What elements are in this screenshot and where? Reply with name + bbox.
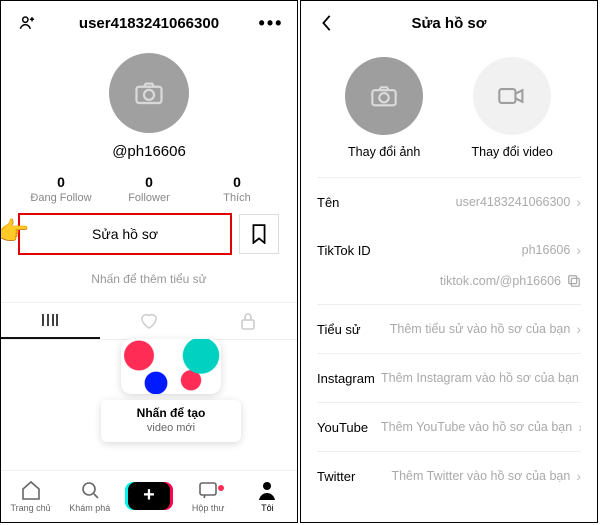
chevron-right-icon: › [576, 321, 581, 337]
profile-header: user4183241066300 ••• [1, 1, 297, 45]
profile-screen: user4183241066300 ••• @ph16606 0 Đang Fo… [0, 0, 298, 523]
search-icon [80, 479, 100, 501]
person-icon [258, 479, 276, 501]
create-video-promo[interactable]: Nhấn để tạo video mới [101, 339, 241, 442]
stats-row: 0 Đang Follow 0 Follower 0 Thích [1, 160, 297, 214]
profile-handle: @ph16606 [112, 143, 186, 160]
more-icon[interactable]: ••• [259, 13, 283, 34]
chevron-right-icon: › [576, 468, 581, 484]
avatar-section: @ph16606 [1, 45, 297, 160]
bottom-nav: Trang chủ Khám phá + Hộp thư Tôi [1, 470, 297, 522]
back-icon[interactable] [315, 14, 339, 32]
plus-icon: + [128, 482, 170, 510]
promo-art [121, 339, 221, 394]
copy-icon [567, 274, 581, 288]
row-instagram[interactable]: Instagram Thêm Instagram vào hồ sơ của b… [301, 354, 597, 402]
tab-videos[interactable] [1, 303, 100, 339]
bookmark-button[interactable] [239, 214, 279, 254]
chevron-right-icon: › [576, 194, 581, 210]
heart-icon [139, 312, 159, 330]
edit-title: Sửa hồ sơ [339, 15, 559, 32]
row-twitter[interactable]: Twitter Thêm Twitter vào hồ sơ của bạn› [301, 452, 597, 500]
edit-profile-screen: Sửa hồ sơ Thay đổi ảnh Thay đổi video Tê… [300, 0, 598, 523]
change-video[interactable]: Thay đổi video [472, 57, 553, 159]
notification-dot [218, 485, 224, 491]
row-bio[interactable]: Tiểu sử Thêm tiểu sử vào hồ sơ của bạn› [301, 305, 597, 353]
row-tiktok-id[interactable]: TikTok ID ph16606› [301, 226, 597, 274]
nav-create[interactable]: + [125, 482, 173, 510]
media-row: Thay đổi ảnh Thay đổi video [301, 45, 597, 177]
video-icon [497, 85, 527, 107]
avatar[interactable] [109, 53, 189, 133]
stat-following[interactable]: 0 Đang Follow [17, 174, 105, 204]
stat-followers[interactable]: 0 Follower [105, 174, 193, 204]
home-icon [20, 479, 42, 501]
chevron-right-icon: › [576, 242, 581, 258]
stat-likes[interactable]: 0 Thích [193, 174, 281, 204]
inbox-icon [198, 479, 218, 501]
tab-liked[interactable] [100, 303, 199, 339]
edit-profile-row: 👉 Sửa hồ sơ [1, 214, 297, 254]
content-tabs [1, 302, 297, 340]
add-friend-icon[interactable] [15, 13, 39, 33]
nav-me[interactable]: Tôi [243, 479, 291, 513]
camera-icon [370, 84, 398, 108]
promo-text: Nhấn để tạo video mới [101, 400, 241, 442]
bio-hint[interactable]: Nhấn để thêm tiểu sử [1, 254, 297, 302]
nav-inbox[interactable]: Hộp thư [184, 479, 232, 513]
tab-private[interactable] [198, 303, 297, 339]
edit-header: Sửa hồ sơ [301, 1, 597, 45]
row-profile-link[interactable]: tiktok.com/@ph16606 [301, 274, 597, 304]
change-photo[interactable]: Thay đổi ảnh [345, 57, 423, 159]
pointer-hand-icon: 👉 [0, 216, 29, 247]
row-name[interactable]: Tên user4183241066300› [301, 178, 597, 226]
nav-discover[interactable]: Khám phá [66, 479, 114, 513]
profile-username: user4183241066300 [39, 15, 259, 32]
chevron-right-icon: › [578, 419, 581, 435]
grid-icon [41, 313, 59, 327]
edit-profile-button[interactable]: Sửa hồ sơ [19, 214, 231, 254]
row-youtube[interactable]: YouTube Thêm YouTube vào hồ sơ của bạn› [301, 403, 597, 451]
camera-icon [134, 80, 164, 106]
lock-icon [240, 312, 256, 330]
nav-home[interactable]: Trang chủ [7, 479, 55, 513]
bookmark-icon [251, 224, 267, 244]
